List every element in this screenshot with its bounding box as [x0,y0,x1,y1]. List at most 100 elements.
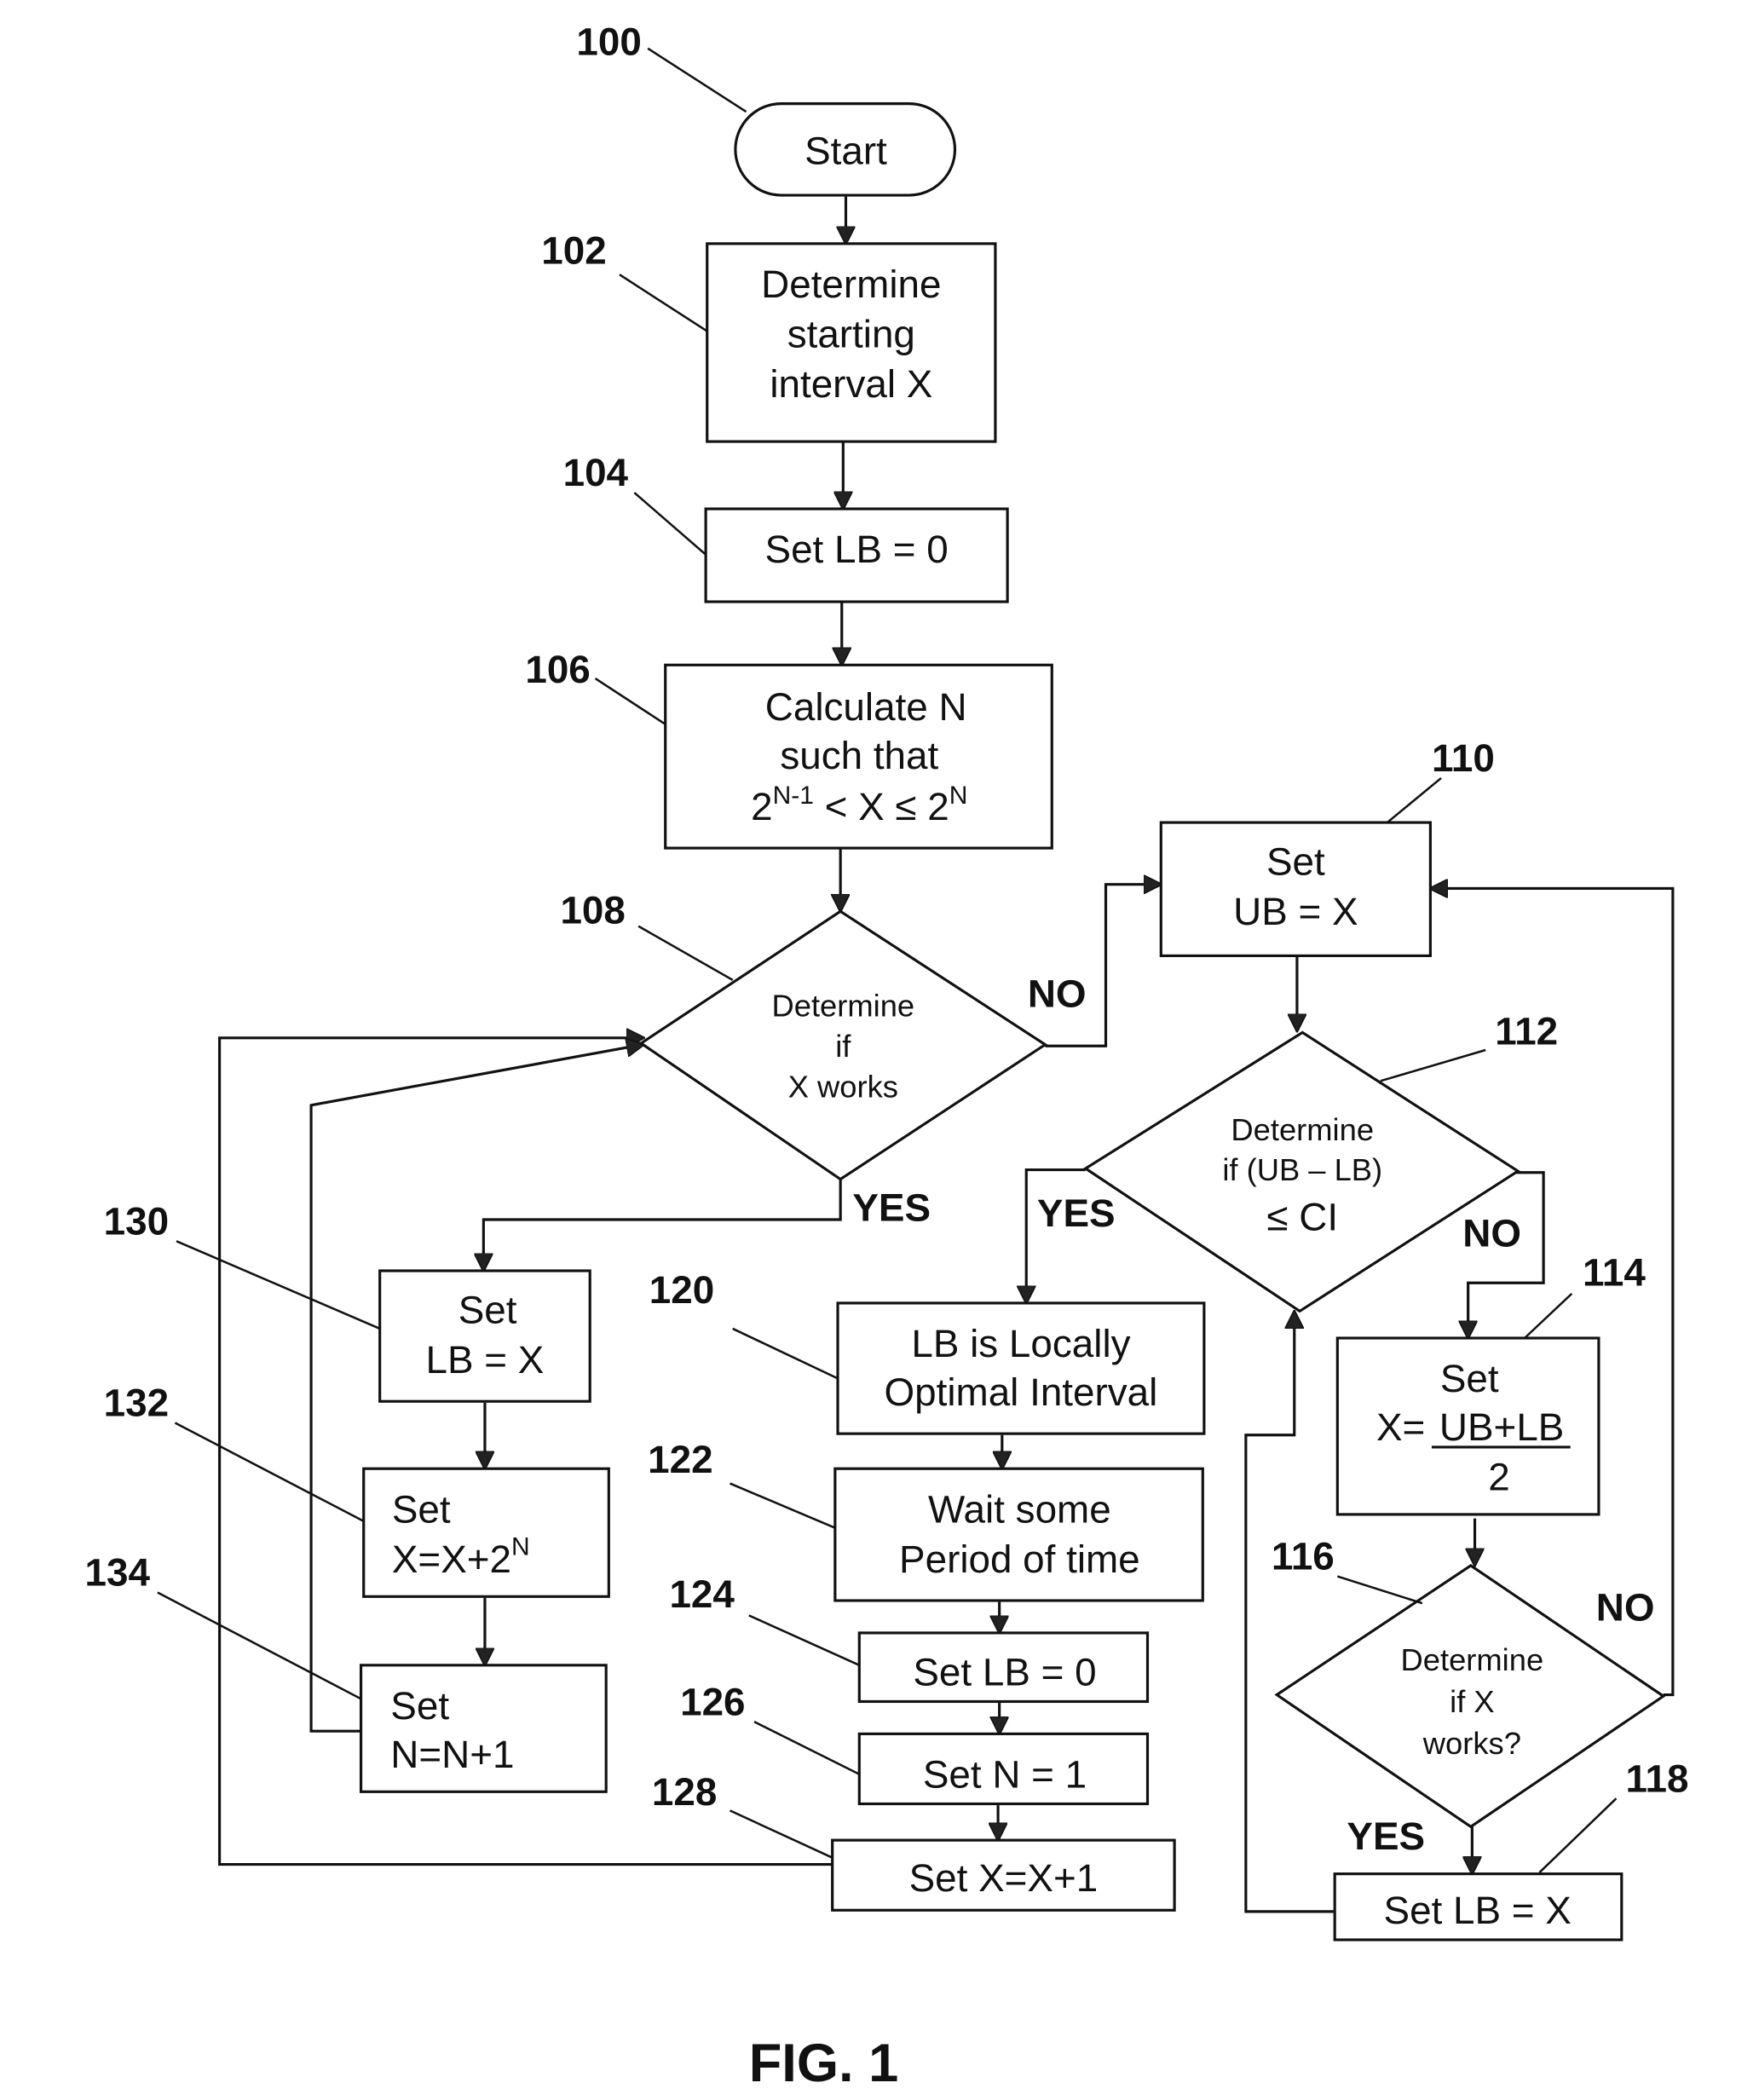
leader-118 [1538,1797,1618,1873]
node-124-label: Set LB = 0 [913,1651,1096,1694]
edge-118-112 [1244,1312,1334,1913]
node-110-line-2: UB = X [1233,890,1358,933]
node-102-line-3: interval X [770,362,932,406]
ref-108: 108 [560,889,625,932]
node-126: Set N = 1 [857,1732,1150,1806]
node-100-label: Start [805,130,887,173]
ref-124: 124 [669,1572,735,1616]
leader-104 [633,492,706,556]
leader-126 [753,1721,860,1775]
node-102-line-2: starting [787,313,915,356]
node-130-line-2: LB = X [426,1338,545,1382]
node-102-line-1: Determine [761,262,941,306]
node-112-line-3: ≤ CI [1266,1196,1338,1239]
formula-inequality: < X ≤ 2 [814,785,949,828]
node-118-label: Set LB = X [1384,1889,1572,1932]
formula-exponent: N-1 [773,782,814,810]
node-114-prefix: X= [1376,1405,1425,1449]
node-132: Set X=X+2N [362,1467,610,1598]
label-116-yes: YES [1347,1814,1425,1858]
node-114: Set X= UB+LB 2 [1335,1336,1600,1516]
ref-118: 118 [1626,1757,1689,1800]
node-106-line-1: Calculate N [765,685,967,729]
node-106: Calculate N such that 2N-1 < X ≤ 2N [664,663,1053,850]
label-112-no: NO [1462,1212,1521,1255]
node-134: Set N=N+1 [359,1664,608,1793]
node-120: LB is Locally Optimal Interval [836,1301,1206,1435]
node-108-line-3: X works [788,1069,898,1104]
edge-108-110 [1045,885,1159,1047]
leader-102 [619,274,708,332]
node-132-line-2: X=X+2N [392,1532,530,1581]
ref-112: 112 [1495,1010,1558,1053]
leader-116 [1336,1575,1423,1605]
leader-124 [748,1614,860,1666]
node-110-line-1: Set [1266,840,1325,884]
edge-108-130 [483,1179,842,1270]
ref-102: 102 [541,229,606,273]
ref-128: 128 [652,1770,717,1814]
ref-104: 104 [563,451,629,494]
ref-132: 132 [104,1382,169,1425]
ref-110: 110 [1432,736,1495,780]
ref-134: 134 [85,1551,151,1595]
node-120-line-2: Optimal Interval [885,1370,1158,1414]
node-112-line-1: Determine [1231,1112,1374,1147]
leader-110 [1387,776,1442,824]
node-134-line-2: N=N+1 [390,1733,514,1776]
ref-114: 114 [1583,1250,1646,1294]
leader-120 [732,1327,839,1380]
node-128: Set X=X+1 [831,1838,1176,1912]
leader-132 [174,1422,365,1522]
ref-106: 106 [525,648,590,691]
formula-base: X=X+2 [392,1538,511,1581]
node-110: Set UB = X [1159,821,1432,958]
formula-base: 2 [751,785,772,828]
ref-126: 126 [680,1680,745,1723]
label-108-no: NO [1028,972,1087,1015]
node-114-line-1: Set [1440,1357,1499,1400]
node-116-line-2: if X [1450,1684,1495,1719]
node-116-line-3: works? [1422,1726,1521,1761]
label-108-yes: YES [852,1186,931,1230]
leader-134 [157,1591,362,1700]
node-108-decision: Determine if X works [638,909,1048,1181]
formula-exponent: N [949,782,968,810]
leader-106 [594,678,666,725]
node-122-line-2: Period of time [899,1538,1140,1581]
node-130-line-1: Set [458,1289,517,1332]
label-116-no: NO [1596,1586,1655,1630]
edge-112-120 [1026,1168,1086,1302]
node-134-line-1: Set [390,1684,449,1728]
node-112-decision: Determine if (UB – LB) ≤ CI [1082,1030,1521,1313]
node-130: Set LB = X [378,1269,591,1403]
leader-122 [730,1482,836,1529]
node-116-line-1: Determine [1401,1642,1544,1677]
leader-112 [1380,1048,1486,1082]
node-114-denominator: 2 [1488,1456,1509,1499]
leader-114 [1524,1292,1573,1339]
ref-120: 120 [649,1268,714,1312]
label-112-yes: YES [1037,1191,1116,1235]
node-114-numerator: UB+LB [1439,1405,1564,1449]
node-126-label: Set N = 1 [923,1753,1087,1797]
node-120-line-1: LB is Locally [911,1322,1130,1365]
node-108-line-1: Determine [772,989,915,1024]
ref-130: 130 [104,1199,169,1243]
node-118: Set LB = X [1333,1872,1623,1941]
node-106-line-2: such that [780,734,938,777]
leader-100 [647,47,747,113]
node-132-line-1: Set [392,1487,451,1531]
node-100-start: Start [734,102,957,197]
node-122-line-1: Wait some [928,1487,1111,1531]
leader-108 [637,925,734,981]
node-104: Set LB = 0 [704,507,1009,603]
leader-128 [730,1809,833,1859]
node-128-label: Set X=X+1 [909,1856,1099,1900]
node-112-line-2: if (UB – LB) [1222,1152,1382,1187]
leader-130 [176,1240,381,1330]
flowchart: Start Determine starting interval X Set … [85,20,1689,2093]
node-104-label: Set LB = 0 [765,528,949,571]
node-102: Determine starting interval X [706,242,997,443]
node-122: Wait some Period of time [833,1467,1204,1602]
